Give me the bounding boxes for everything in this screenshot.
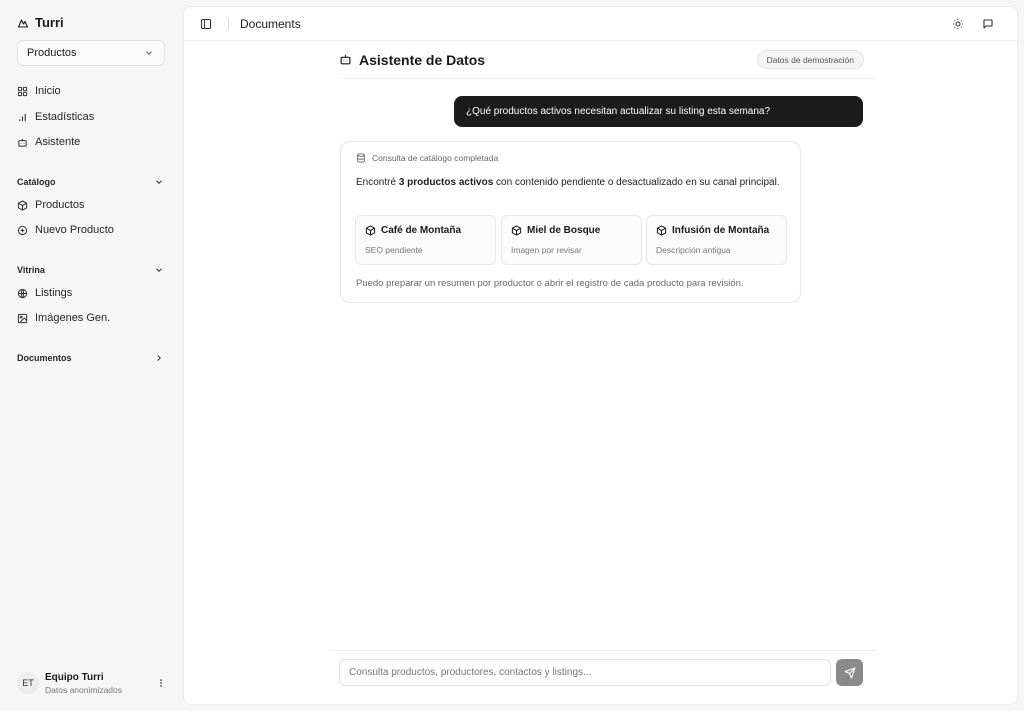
- sidebar-item-label: Nuevo Producto: [35, 224, 114, 236]
- image-icon: [17, 313, 28, 324]
- message-square-icon: [982, 18, 994, 30]
- product-note: Imagen por revisar: [511, 245, 582, 255]
- product-name: Café de Montaña: [381, 225, 462, 236]
- product-card[interactable]: Café de Montaña SEO pendiente: [355, 215, 496, 265]
- user-subtitle: Datos anonimizados: [45, 684, 123, 695]
- assistant-title: Asistente de Datos: [359, 52, 486, 68]
- brand[interactable]: Turri: [17, 15, 64, 30]
- demo-data-badge: Datos de demostración: [756, 50, 864, 69]
- sidebar-item-label: Estadísticas: [35, 111, 95, 123]
- product-name: Infusión de Montaña: [672, 225, 770, 236]
- topbar-divider: [228, 18, 229, 30]
- assistant-header: Asistente de Datos Datos de demostración: [339, 47, 876, 79]
- assistant-response-card: Consulta de catálogo completada Encontré…: [340, 141, 801, 303]
- send-button[interactable]: [836, 659, 863, 686]
- sidebar-item-nuevo-producto[interactable]: Nuevo Producto: [17, 220, 114, 240]
- bot-icon: [17, 137, 28, 148]
- bot-icon: [339, 53, 352, 66]
- package-icon: [511, 225, 522, 236]
- product-card[interactable]: Miel de Bosque Imagen por revisar: [501, 215, 642, 265]
- group-documentos-toggle[interactable]: Documentos: [17, 350, 164, 366]
- product-card[interactable]: Infusión de Montaña Descripción antigua: [646, 215, 787, 265]
- response-intro: Encontré 3 productos activos con conteni…: [356, 177, 780, 188]
- database-icon: [356, 153, 366, 163]
- chevron-down-icon: [154, 177, 164, 187]
- sun-icon: [952, 18, 964, 30]
- chevron-down-icon: [144, 48, 154, 58]
- sidebar-item-imagenes[interactable]: Imágenes Gen.: [17, 308, 110, 328]
- input-divider: [331, 650, 876, 651]
- product-name: Miel de Bosque: [527, 225, 601, 236]
- send-icon: [843, 666, 856, 679]
- plus-circle-icon: [17, 225, 28, 236]
- user-name: Equipo Turri: [45, 671, 104, 683]
- page-title: Documents: [240, 17, 301, 31]
- group-title: Documentos: [17, 353, 72, 363]
- more-vertical-icon[interactable]: [156, 677, 166, 689]
- bar-chart-icon: [17, 112, 28, 123]
- main-panel: Documents Asistente de Datos Datos de de…: [183, 6, 1018, 705]
- product-note: SEO pendiente: [365, 245, 423, 255]
- sidebar-toggle-button[interactable]: [198, 16, 214, 32]
- package-icon: [656, 225, 667, 236]
- response-status-text: Consulta de catálogo completada: [372, 153, 499, 163]
- response-status: Consulta de catálogo completada: [356, 153, 498, 163]
- sidebar-item-asistente[interactable]: Asistente: [17, 132, 80, 152]
- sidebar-item-label: Productos: [35, 199, 85, 211]
- globe-icon: [17, 288, 28, 299]
- group-vitrina-toggle[interactable]: Vitrina: [17, 262, 164, 278]
- sidebar-item-inicio[interactable]: Inicio: [17, 81, 61, 101]
- section-selector[interactable]: Productos: [17, 40, 165, 66]
- app-name: Turri: [35, 15, 64, 30]
- group-title: Catálogo: [17, 177, 56, 187]
- sidebar-item-label: Inicio: [35, 85, 61, 97]
- panel-left-icon: [200, 18, 212, 30]
- product-note: Descripción antigua: [656, 245, 731, 255]
- sidebar-item-label: Imágenes Gen.: [35, 312, 111, 324]
- response-footer: Puedo preparar un resumen por productor …: [356, 278, 744, 289]
- sidebar-item-productos[interactable]: Productos: [17, 195, 85, 215]
- mountain-logo-icon: [17, 17, 29, 29]
- topbar: Documents: [184, 7, 1017, 41]
- sidebar: Turri Productos Inicio Estadísticas Asis…: [0, 0, 182, 711]
- sidebar-item-label: Asistente: [35, 136, 81, 148]
- sidebar-item-label: Listings: [35, 287, 73, 299]
- chat-input[interactable]: [339, 659, 831, 686]
- sidebar-item-listings[interactable]: Listings: [17, 283, 72, 303]
- response-highlight: 3 productos activos: [398, 177, 494, 188]
- package-icon: [17, 199, 28, 211]
- group-catalogo-toggle[interactable]: Catálogo: [17, 174, 164, 190]
- user-message: ¿Qué productos activos necesitan actuali…: [454, 96, 863, 127]
- section-selector-value: Productos: [27, 47, 77, 59]
- group-title: Vitrina: [17, 265, 45, 275]
- chevron-down-icon: [154, 265, 164, 275]
- chevron-right-icon: [154, 353, 164, 363]
- sidebar-item-estadisticas[interactable]: Estadísticas: [17, 107, 94, 127]
- theme-toggle-button[interactable]: [950, 16, 966, 32]
- grid-icon: [17, 86, 28, 97]
- avatar: ET: [17, 672, 39, 694]
- user-profile[interactable]: ET Equipo Turri Datos anonimizados: [17, 670, 166, 696]
- package-icon: [365, 225, 376, 236]
- feedback-button[interactable]: [980, 16, 996, 32]
